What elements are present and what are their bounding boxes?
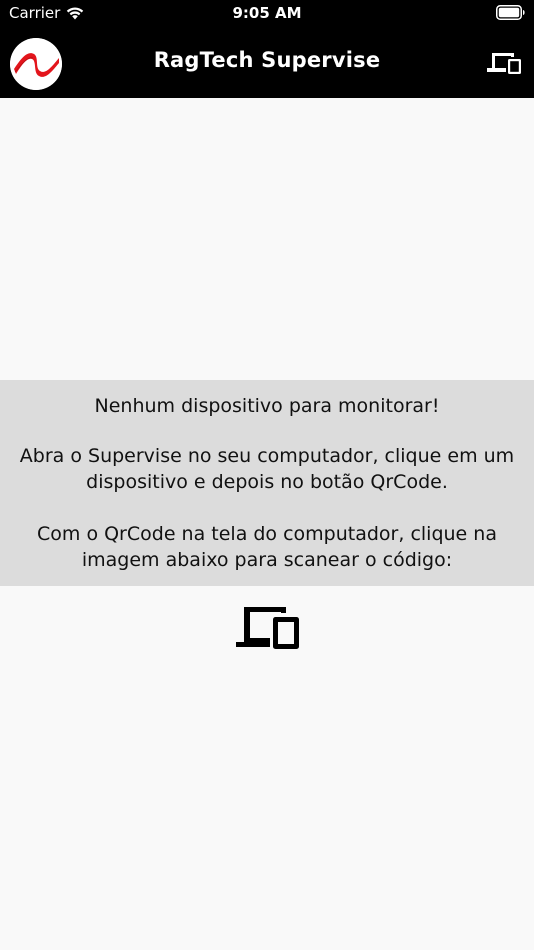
status-bar: Carrier 9:05 AM (0, 0, 534, 28)
devices-icon (235, 605, 299, 651)
instructions-open-supervise: Abra o Supervise no seu computador, cliq… (19, 445, 515, 493)
devices-icon (486, 48, 522, 78)
battery-icon (496, 5, 526, 21)
navigation-bar: RagTech Supervise (0, 28, 534, 98)
clock: 9:05 AM (232, 4, 302, 22)
scan-qrcode-button[interactable] (235, 605, 299, 651)
instructions-scan-qrcode: Com o QrCode na tela do computador, cliq… (37, 523, 497, 571)
devices-button[interactable] (486, 48, 522, 78)
page-title: RagTech Supervise (153, 48, 381, 72)
no-devices-heading: Nenhum dispositivo para monitorar! (94, 395, 440, 417)
no-devices-message-panel: Nenhum dispositivo para monitorar! Abra … (0, 380, 534, 586)
top-bar: Carrier 9:05 AM RagTech Supervise (0, 0, 534, 98)
